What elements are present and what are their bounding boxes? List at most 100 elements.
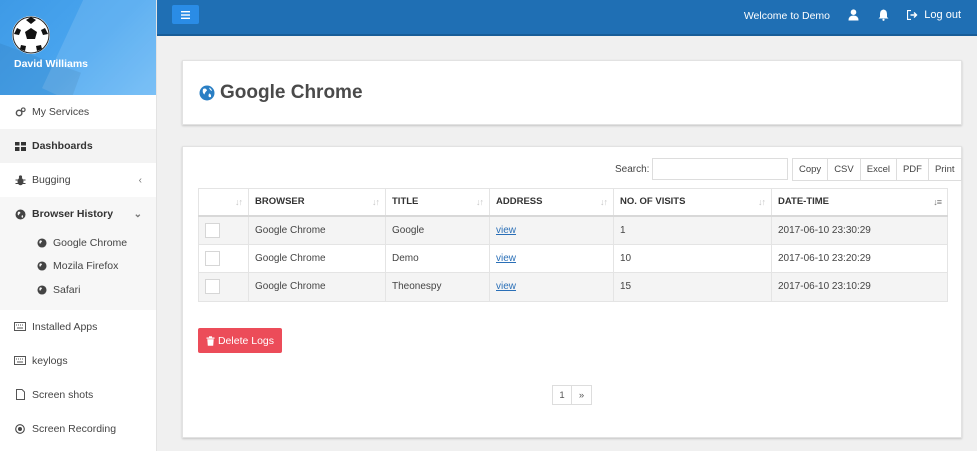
search-label: Search: [615, 164, 650, 175]
globe-icon [14, 208, 26, 220]
sidebar-subitem-mozila-firefox[interactable]: Mozila Firefox [0, 255, 156, 279]
copy-button[interactable]: Copy [792, 158, 829, 181]
chevron-left-icon: ‹ [138, 174, 142, 186]
logs-panel: Search: Copy CSV Excel PDF Print ↓↑ BROW… [182, 146, 962, 438]
excel-button[interactable]: Excel [860, 158, 897, 181]
export-buttons: Copy CSV Excel PDF Print [792, 158, 962, 181]
cell-datetime: 2017-06-10 23:30:29 [771, 215, 948, 245]
cell-visits: 1 [613, 215, 772, 245]
sidebar-item-label: Dashboards [32, 140, 93, 152]
globe-icon [37, 261, 47, 271]
sidebar-item-dashboards[interactable]: Dashboards [0, 129, 156, 163]
row-checkbox[interactable] [205, 279, 220, 295]
column-header-select[interactable]: ↓↑ [198, 188, 249, 217]
cell-title: Demo [385, 243, 490, 273]
view-link[interactable]: view [496, 253, 516, 264]
sidebar-item-keylogs[interactable]: keylogs [0, 344, 156, 378]
table-header-row: ↓↑ BROWSER ↓↑ TITLE ↓↑ ADDRESS ↓↑ NO. OF VI… [198, 188, 948, 217]
keyboard-icon [14, 321, 26, 333]
cell-visits: 10 [613, 243, 772, 273]
sidebar-subitem-label: Google Chrome [53, 236, 128, 249]
table-row: Google Chrome Theonespy view 15 2017-06-… [198, 272, 948, 302]
sidebar-item-label: Installed Apps [32, 320, 98, 333]
sidebar-item-bugging[interactable]: Bugging ‹ [0, 163, 156, 197]
table-row: Google Chrome Google view 1 2017-06-10 2… [198, 215, 948, 245]
hamburger-icon [181, 10, 190, 19]
sidebar-item-installed-apps[interactable]: Installed Apps [0, 310, 156, 344]
view-link[interactable]: view [496, 281, 516, 292]
sort-desc-icon: ↓≡ [933, 197, 942, 207]
pdf-button[interactable]: PDF [896, 158, 929, 181]
trash-icon [206, 335, 215, 346]
page-button-1[interactable]: 1 [552, 385, 572, 405]
sort-icon: ↓↑ [758, 197, 766, 207]
title-panel: Google Chrome [182, 60, 962, 125]
view-link[interactable]: view [496, 225, 516, 236]
bell-icon[interactable] [878, 9, 889, 24]
column-header-address[interactable]: ADDRESS ↓↑ [489, 188, 614, 217]
sort-icon: ↓↑ [372, 197, 380, 207]
sidebar-item-label: Screen shots [32, 388, 94, 401]
bug-icon [14, 174, 26, 186]
delete-logs-label: Delete Logs [217, 334, 275, 347]
logout-button[interactable]: Log out [907, 9, 961, 21]
top-navbar: Welcome to Demo Log out [157, 0, 977, 36]
sidebar: David Williams My Services Dashboards Bu… [0, 0, 157, 451]
user-icon[interactable] [848, 9, 859, 24]
table-row: Google Chrome Demo view 10 2017-06-10 23… [198, 243, 948, 273]
csv-button[interactable]: CSV [828, 158, 861, 181]
sign-out-icon [907, 10, 918, 20]
column-header-visits[interactable]: NO. OF VISITS ↓↑ [613, 188, 772, 217]
keyboard-icon [14, 355, 26, 367]
sidebar-item-my-services[interactable]: My Services [0, 95, 156, 129]
avatar [12, 16, 50, 54]
print-button[interactable]: Print [928, 158, 962, 181]
cell-datetime: 2017-06-10 23:10:29 [771, 272, 948, 302]
cell-browser: Google Chrome [248, 215, 386, 245]
sidebar-item-label: keylogs [32, 354, 68, 367]
gears-icon [14, 106, 26, 118]
sidebar-item-screen-shots[interactable]: Screen shots [0, 378, 156, 412]
sidebar-item-label: Bugging [32, 174, 71, 186]
soccer-ball-icon [12, 16, 50, 54]
sort-icon: ↓↑ [476, 197, 484, 207]
column-header-title[interactable]: TITLE ↓↑ [385, 188, 490, 217]
dashboard-icon [14, 140, 26, 152]
page-title-text: Google Chrome [220, 82, 363, 103]
profile-header: David Williams [0, 0, 156, 95]
sidebar-subitem-safari[interactable]: Safari [0, 278, 156, 302]
chevron-down-icon: ⌄ [133, 208, 142, 220]
profile-name: David Williams [14, 58, 89, 70]
sort-icon: ↓↑ [600, 197, 608, 207]
globe-icon [37, 285, 47, 295]
welcome-text: Welcome to Demo [743, 10, 830, 22]
next-page-button[interactable]: » [572, 385, 592, 405]
row-checkbox[interactable] [205, 222, 220, 238]
sidebar-item-browser-history[interactable]: Browser History ⌄ [0, 197, 156, 231]
column-header-browser[interactable]: BROWSER ↓↑ [248, 188, 386, 217]
sidebar-item-label: Screen Recording [32, 422, 117, 435]
browser-history-group: Browser History ⌄ Google Chrome Mozila F… [0, 197, 156, 310]
sidebar-item-label: My Services [32, 106, 90, 118]
sidebar-item-screen-recording[interactable]: Screen Recording [0, 412, 156, 446]
sidebar-subitem-google-chrome[interactable]: Google Chrome [0, 231, 156, 255]
pagination: 1 » [552, 385, 592, 405]
file-icon [14, 389, 26, 401]
menu-toggle-button[interactable] [172, 5, 199, 24]
globe-icon [199, 85, 215, 101]
search-input[interactable] [652, 158, 788, 180]
page-title: Google Chrome [199, 82, 363, 104]
sidebar-subitem-label: Mozila Firefox [53, 260, 119, 273]
column-header-datetime[interactable]: DATE-TIME ↓≡ [771, 188, 948, 217]
cell-visits: 15 [613, 272, 772, 302]
cell-browser: Google Chrome [248, 272, 386, 302]
record-icon [14, 423, 26, 435]
logs-table: ↓↑ BROWSER ↓↑ TITLE ↓↑ ADDRESS ↓↑ NO. OF VI… [198, 188, 948, 302]
sidebar-subitem-label: Safari [53, 283, 81, 296]
sidebar-item-label: Browser History [32, 208, 114, 220]
row-checkbox[interactable] [205, 250, 220, 266]
cell-datetime: 2017-06-10 23:20:29 [771, 243, 948, 273]
delete-logs-button[interactable]: Delete Logs [198, 328, 282, 353]
cell-title: Google [385, 215, 490, 245]
cell-title: Theonespy [385, 272, 490, 302]
